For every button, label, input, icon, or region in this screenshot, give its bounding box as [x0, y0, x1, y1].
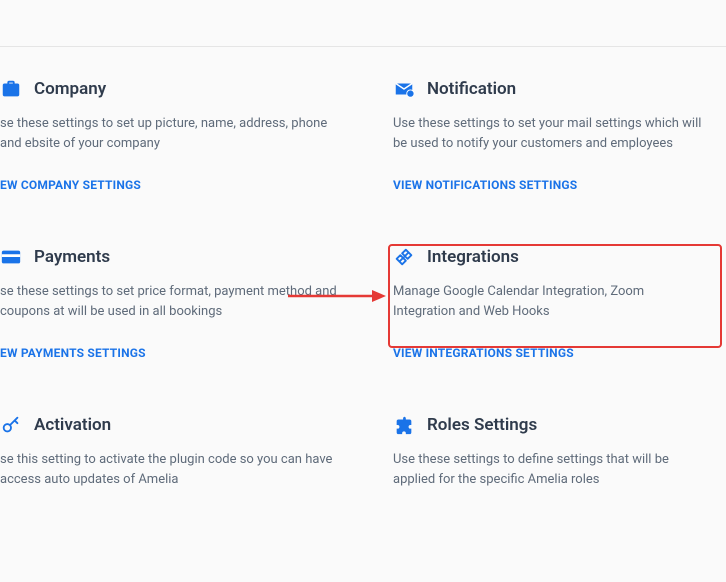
mail-icon	[393, 78, 415, 100]
key-icon	[0, 414, 22, 436]
puzzle-icon	[393, 414, 415, 436]
card-integrations: Integrations Manage Google Calendar Inte…	[363, 246, 726, 414]
card-payments: Payments se these settings to set price …	[0, 246, 363, 414]
card-title-company: Company	[34, 79, 106, 99]
card-header: Roles Settings	[393, 414, 702, 436]
credit-card-icon	[0, 246, 22, 268]
card-activation: Activation se this setting to activate t…	[0, 414, 363, 582]
card-desc-company: se these settings to set up picture, nam…	[0, 114, 339, 154]
link-payments-settings[interactable]: EW PAYMENTS SETTINGS	[0, 346, 339, 360]
card-title-activation: Activation	[34, 415, 111, 435]
card-desc-payments: se these settings to set price format, p…	[0, 282, 339, 322]
link-integrations-settings[interactable]: VIEW INTEGRATIONS SETTINGS	[393, 346, 702, 360]
card-header: Activation	[0, 414, 339, 436]
card-header: Integrations	[393, 246, 702, 268]
top-divider	[0, 46, 726, 47]
card-desc-integrations: Manage Google Calendar Integration, Zoom…	[393, 282, 702, 322]
card-title-integrations: Integrations	[427, 247, 519, 267]
card-desc-roles: Use these settings to define settings th…	[393, 450, 702, 490]
card-desc-notification: Use these settings to set your mail sett…	[393, 114, 702, 154]
card-roles: Roles Settings Use these settings to def…	[363, 414, 726, 582]
card-title-roles: Roles Settings	[427, 415, 537, 435]
card-header: Payments	[0, 246, 339, 268]
card-desc-activation: se this setting to activate the plugin c…	[0, 450, 339, 490]
card-title-notification: Notification	[427, 79, 516, 99]
card-header: Company	[0, 78, 339, 100]
card-notification: Notification Use these settings to set y…	[363, 78, 726, 246]
settings-grid: Company se these settings to set up pict…	[0, 78, 726, 582]
link-company-settings[interactable]: EW COMPANY SETTINGS	[0, 178, 339, 192]
link-notification-settings[interactable]: VIEW NOTIFICATIONS SETTINGS	[393, 178, 702, 192]
card-company: Company se these settings to set up pict…	[0, 78, 363, 246]
plug-icon	[393, 246, 415, 268]
briefcase-icon	[0, 78, 22, 100]
card-title-payments: Payments	[34, 247, 110, 267]
card-header: Notification	[393, 78, 702, 100]
